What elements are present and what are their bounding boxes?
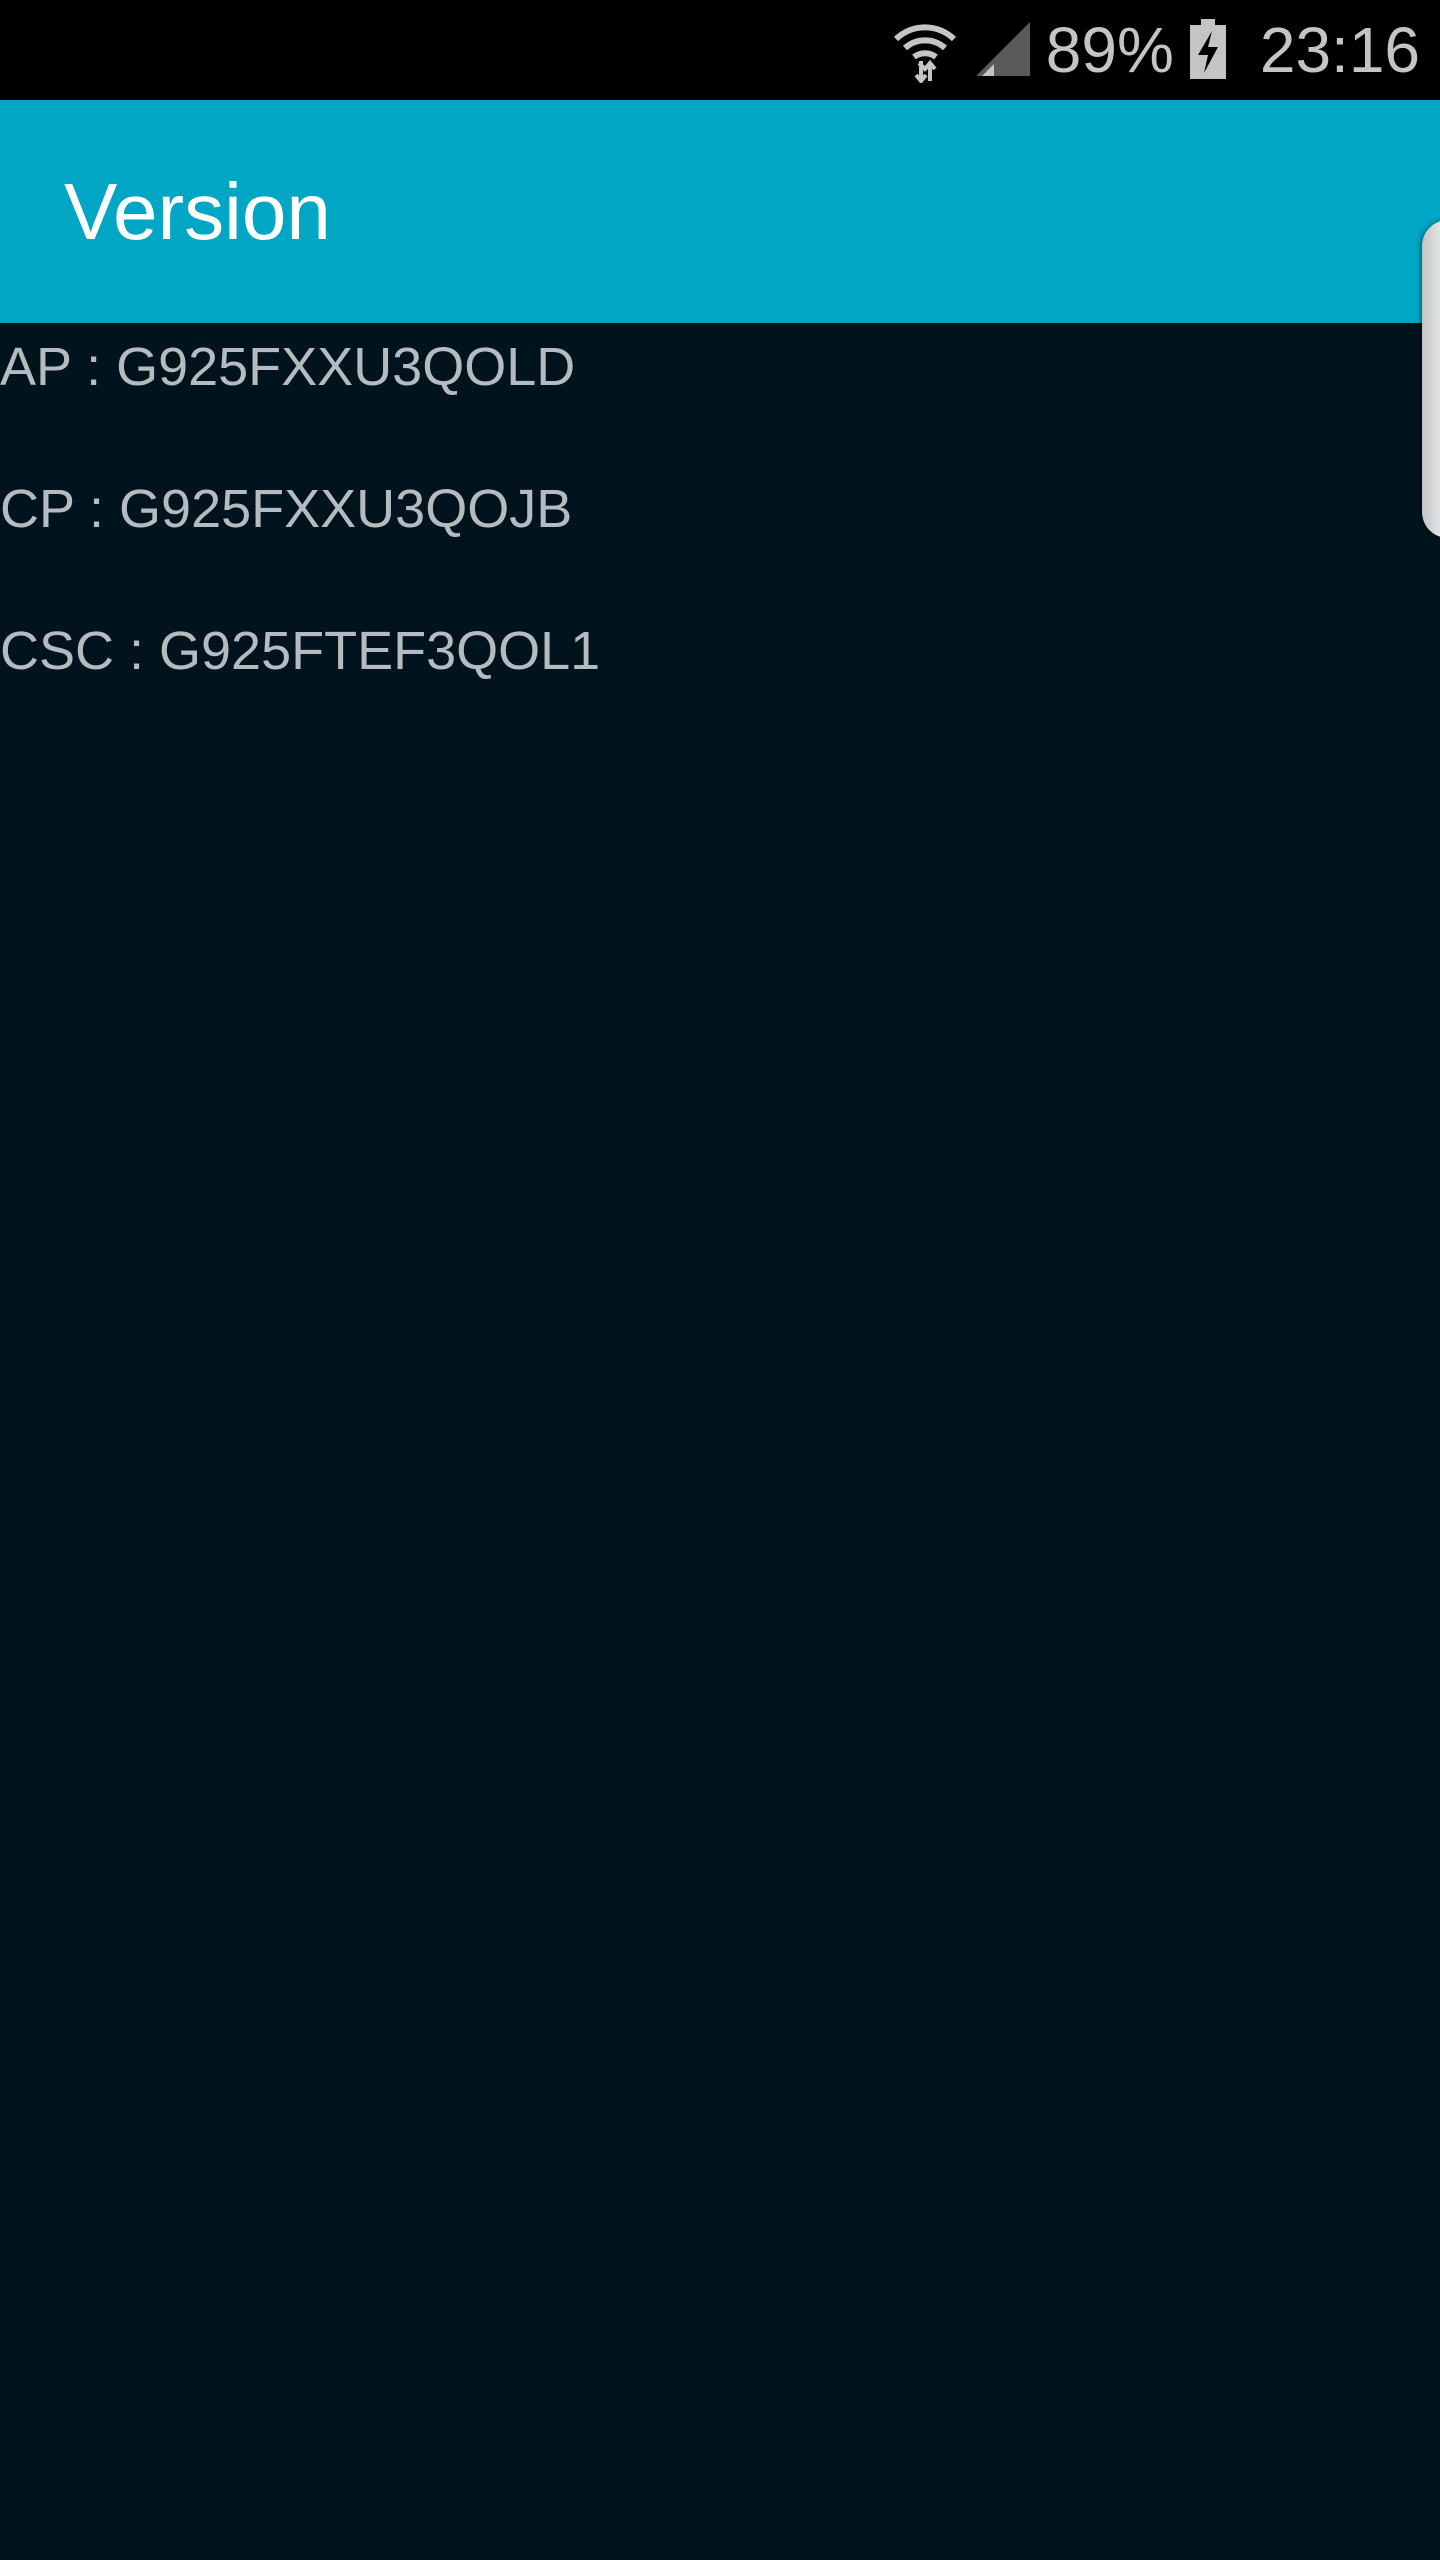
clock: 23:16 bbox=[1259, 14, 1420, 86]
cellular-signal-icon bbox=[972, 20, 1032, 80]
app-bar: Version bbox=[0, 100, 1440, 323]
status-icons: 89% 23:16 bbox=[892, 0, 1420, 100]
list-item: CSC : G925FTEF3QOL1 bbox=[0, 607, 1400, 749]
wifi-icon bbox=[892, 17, 958, 83]
battery-percent: 89% bbox=[1045, 14, 1174, 86]
edge-panel-handle[interactable] bbox=[1422, 220, 1440, 538]
page-title: Version bbox=[64, 167, 331, 256]
cp-version-text: CP : G925FXXU3QOJB bbox=[0, 479, 573, 539]
version-list: AP : G925FXXU3QOLD CP : G925FXXU3QOJB CS… bbox=[0, 323, 1400, 749]
status-bar: 89% 23:16 bbox=[0, 0, 1440, 100]
list-item: AP : G925FXXU3QOLD bbox=[0, 323, 1400, 465]
list-item: CP : G925FXXU3QOJB bbox=[0, 465, 1400, 607]
csc-version-text: CSC : G925FTEF3QOL1 bbox=[0, 621, 601, 681]
ap-version-text: AP : G925FXXU3QOLD bbox=[0, 337, 576, 397]
screen: 89% 23:16 Version AP : G925FXXU3QOLD CP … bbox=[0, 0, 1440, 2560]
battery-charging-icon bbox=[1188, 19, 1228, 81]
